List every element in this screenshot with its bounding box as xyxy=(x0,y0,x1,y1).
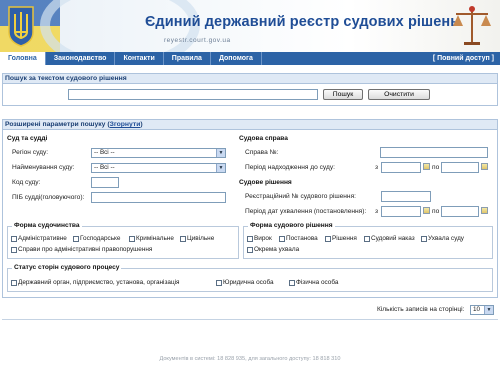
advanced-title-prefix: Розширені параметри пошуку ( xyxy=(5,121,110,128)
judge-input[interactable] xyxy=(91,192,226,203)
page-size-value: 10 xyxy=(473,306,481,313)
site-header: Єдиний державний реєстр судових рішень r… xyxy=(0,0,500,52)
checkbox-legal-entity[interactable]: Юридична особа xyxy=(216,279,274,286)
chevron-down-icon: ▼ xyxy=(484,306,493,314)
checkbox-administrative[interactable]: Адміністративне xyxy=(11,235,67,242)
region-select[interactable]: -- Всі -- ▼ xyxy=(91,148,226,158)
search-button[interactable]: Пошук xyxy=(323,89,363,100)
checkbox-commercial[interactable]: Господарське xyxy=(73,235,120,242)
checkbox-state-body[interactable]: Державний орган, підприємство, установа,… xyxy=(11,279,180,286)
scales-of-justice-icon xyxy=(453,6,491,45)
party-status-group: Статус сторін судового процесу Державний… xyxy=(7,264,493,292)
chevron-down-icon: ▼ xyxy=(216,149,225,157)
court-name-select[interactable]: -- Всі -- ▼ xyxy=(91,163,226,173)
nav-legislation[interactable]: Законодавство xyxy=(46,52,116,65)
text-search-heading: Пошук за текстом судового рішення xyxy=(2,73,498,84)
decision-form-title: Форма судового рішення xyxy=(248,222,335,229)
decision-heading: Судове рішення xyxy=(239,179,292,186)
document-count: Документів в системі: 18 828 935, для за… xyxy=(159,356,341,362)
reg-number-input[interactable] xyxy=(381,191,431,202)
arrival-period-label: Період надходження до суду: xyxy=(245,164,335,171)
region-value: -- Всі -- xyxy=(94,149,115,156)
main-nav: Головна Законодавство Контакти Правила Д… xyxy=(0,52,500,65)
decision-form-group: Форма судового рішення Вирок Постанова Р… xyxy=(243,222,493,259)
full-access-link[interactable]: [ Повний доступ ] xyxy=(433,55,500,62)
calendar-icon[interactable] xyxy=(423,207,430,214)
arrival-from-label: з xyxy=(375,164,379,171)
decision-to-label: по xyxy=(432,208,440,215)
nav-help[interactable]: Допомога xyxy=(211,52,262,65)
calendar-icon[interactable] xyxy=(423,163,430,170)
court-heading: Суд та судді xyxy=(7,135,48,142)
checkbox-decision[interactable]: Рішення xyxy=(325,235,357,242)
collapse-link[interactable]: Згорнути xyxy=(110,121,141,128)
decision-from-input[interactable] xyxy=(381,206,421,217)
calendar-icon[interactable] xyxy=(481,207,488,214)
checkbox-individual[interactable]: Фізична особа xyxy=(289,279,338,286)
nav-home[interactable]: Головна xyxy=(0,52,46,65)
justice-form-title: Форма судочинства xyxy=(12,222,82,229)
checkbox-admin-offenses[interactable]: Справи про адміністративні правопорушенн… xyxy=(11,246,152,253)
nav-contacts[interactable]: Контакти xyxy=(115,52,164,65)
court-name-label: Найменування суду: xyxy=(12,164,75,171)
decision-from-label: з xyxy=(375,208,379,215)
judge-label: ПІБ судді(головуючого): xyxy=(12,194,85,201)
page-size-select[interactable]: 10 ▼ xyxy=(470,305,494,315)
case-heading: Судова справа xyxy=(239,135,288,142)
checkbox-verdict[interactable]: Вирок xyxy=(247,235,272,242)
arrival-to-label: по xyxy=(432,164,440,171)
justice-form-group: Форма судочинства Адміністративне Господ… xyxy=(7,222,239,259)
clear-button[interactable]: Очистити xyxy=(368,89,430,100)
advanced-title-suffix: ) xyxy=(140,121,143,128)
page-size-label: Кількість записів на сторінці: xyxy=(377,306,465,313)
search-text-input[interactable] xyxy=(68,89,318,100)
advanced-search-heading: Розширені параметри пошуку (Згорнути) xyxy=(2,119,498,130)
court-name-value: -- Всі -- xyxy=(94,164,115,171)
region-label: Регіон суду: xyxy=(12,149,49,156)
arrival-from-input[interactable] xyxy=(381,162,421,173)
checkbox-resolution[interactable]: Постанова xyxy=(279,235,318,242)
site-title: Єдиний державний реєстр судових рішень xyxy=(145,14,460,30)
checkbox-criminal[interactable]: Кримінальне xyxy=(129,235,174,242)
checkbox-civil[interactable]: Цивільне xyxy=(180,235,214,242)
decision-date-label: Період дат ухвалення (постановлення): xyxy=(245,208,367,215)
text-search-panel: Пошук Очистити xyxy=(2,84,498,106)
court-code-label: Код суду: xyxy=(12,179,41,186)
calendar-icon[interactable] xyxy=(481,163,488,170)
case-number-input[interactable] xyxy=(380,147,488,158)
divider xyxy=(2,319,498,320)
checkbox-court-order[interactable]: Судовий наказ xyxy=(364,235,415,242)
case-number-label: Справа №: xyxy=(245,149,279,156)
advanced-search-panel: Суд та судді Регіон суду: -- Всі -- ▼ На… xyxy=(2,130,498,298)
chevron-down-icon: ▼ xyxy=(216,164,225,172)
party-status-title: Статус сторін судового процесу xyxy=(12,264,122,271)
site-url: reyestr.court.gov.ua xyxy=(164,37,231,44)
nav-rules[interactable]: Правила xyxy=(164,52,211,65)
reg-number-label: Реєстраційний № судового рішення: xyxy=(245,193,356,200)
checkbox-separate-ruling[interactable]: Окрема ухвала xyxy=(247,246,299,253)
arrival-to-input[interactable] xyxy=(441,162,479,173)
decision-to-input[interactable] xyxy=(441,206,479,217)
court-code-input[interactable] xyxy=(91,177,119,188)
coat-of-arms-icon xyxy=(8,6,34,47)
checkbox-ruling[interactable]: Ухвала суду xyxy=(421,235,464,242)
